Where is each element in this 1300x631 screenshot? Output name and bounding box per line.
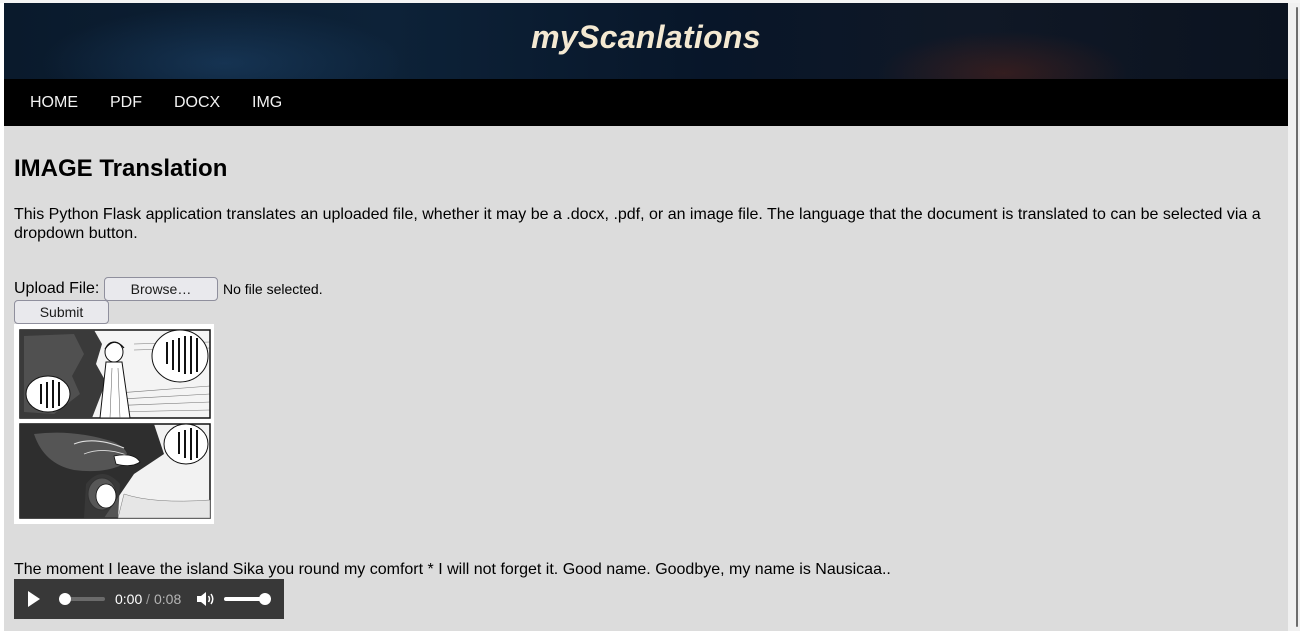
- audio-time-separator: /: [146, 591, 150, 607]
- page-description: This Python Flask application translates…: [14, 206, 1261, 242]
- page-scrollbar-thumb[interactable]: [1296, 7, 1298, 627]
- play-icon[interactable]: [28, 591, 40, 607]
- uploaded-manga-image: [14, 324, 214, 524]
- audio-duration: 0:08: [154, 591, 182, 607]
- audio-player: 0:00 / 0:08: [14, 579, 284, 619]
- volume-icon[interactable]: [196, 591, 216, 607]
- page-scrollbar[interactable]: [1288, 3, 1300, 631]
- file-status-text: No file selected.: [223, 281, 323, 297]
- site-title: myScanlations: [531, 19, 761, 55]
- submit-button[interactable]: Submit: [14, 300, 109, 324]
- volume-slider-handle[interactable]: [259, 593, 271, 605]
- nav-item-home[interactable]: HOME: [30, 79, 78, 126]
- volume-slider-track[interactable]: [224, 597, 264, 601]
- page-title: IMAGE Translation: [14, 155, 228, 182]
- upload-file-label: Upload File:: [14, 280, 100, 297]
- navbar: HOME PDF DOCX IMG: [4, 79, 1288, 126]
- nav-item-img[interactable]: IMG: [252, 79, 282, 126]
- translation-output: The moment I leave the island Sika you r…: [14, 561, 891, 578]
- audio-current-time: 0:00: [115, 591, 143, 607]
- nav-item-pdf[interactable]: PDF: [110, 79, 142, 126]
- nav-item-docx[interactable]: DOCX: [174, 79, 220, 126]
- audio-progress-handle[interactable]: [59, 593, 71, 605]
- page: myScanlations HOME PDF DOCX IMG IMAGE Tr…: [4, 3, 1288, 631]
- site-banner: myScanlations: [4, 3, 1288, 79]
- browse-button[interactable]: Browse…: [104, 277, 218, 301]
